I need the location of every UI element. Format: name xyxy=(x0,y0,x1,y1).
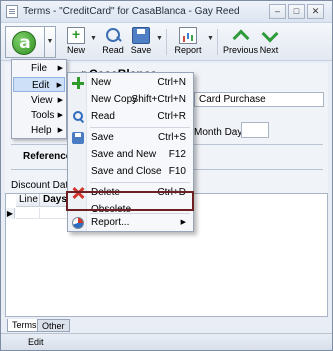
window-title: Terms - "CreditCard" for CasaBlanca - Ga… xyxy=(23,6,240,17)
report-chart-icon xyxy=(179,27,197,44)
previous-button-label: Previous xyxy=(223,45,259,55)
pie-chart-icon xyxy=(72,217,84,229)
menu-separator xyxy=(90,182,190,183)
menu-item-label: Edit xyxy=(32,80,50,91)
new-dropdown[interactable]: ▼ xyxy=(90,35,97,42)
next-button-label: Next xyxy=(259,45,279,55)
menu-item-label: File xyxy=(31,63,48,74)
menu-item-save-and-close[interactable]: Save and Close F10 xyxy=(70,163,191,181)
plus-icon xyxy=(72,77,84,89)
close-button[interactable]: ✕ xyxy=(307,4,324,19)
chevron-right-icon: ▶ xyxy=(180,219,186,226)
menu-item-label: Read xyxy=(91,111,115,122)
menu-item-shortcut: Ctrl+N xyxy=(157,77,186,88)
save-button-label: Save xyxy=(130,45,152,55)
menu-item-shortcut: Ctrl+S xyxy=(157,132,186,143)
chevron-up-icon xyxy=(231,27,249,44)
search-icon xyxy=(72,111,84,123)
chevron-right-icon: ▶ xyxy=(56,82,62,89)
menu-item-edit[interactable]: Edit ▶ xyxy=(13,77,65,92)
menu-item-shortcut: F10 xyxy=(168,166,186,177)
menu-item-view[interactable]: View ▶ xyxy=(13,93,65,108)
app-logo-icon xyxy=(12,31,37,56)
menu-item-report[interactable]: Report... ▶ xyxy=(70,214,191,232)
report-dropdown[interactable]: ▼ xyxy=(207,35,214,42)
disk-icon xyxy=(72,132,84,144)
menu-item-label: Tools xyxy=(31,110,55,121)
report-button-label: Report xyxy=(174,45,202,55)
month-day-field[interactable] xyxy=(241,122,269,138)
menu-separator xyxy=(90,127,190,128)
menu-item-shortcut: F12 xyxy=(168,149,186,160)
tab-other[interactable]: Other xyxy=(37,319,70,332)
app-menu-dropdown[interactable]: ▼ xyxy=(45,26,56,58)
menu-item-shortcut: Shift+Ctrl+N xyxy=(131,94,186,105)
menu-item-label: New Copy xyxy=(91,94,138,105)
menu-item-label: View xyxy=(31,95,53,106)
menu-item-label: Help xyxy=(31,125,52,136)
minimize-button[interactable]: – xyxy=(269,4,286,19)
toolbar: ▼ New ▼ Read Save ▼ Report ▼ Previous xyxy=(1,23,332,61)
new-button-label: New xyxy=(66,45,85,55)
chevron-right-icon: ▶ xyxy=(57,127,63,134)
search-icon xyxy=(104,27,122,44)
menu-item-shortcut: Ctrl+R xyxy=(157,111,186,122)
menu-item-label: Report... xyxy=(91,217,130,228)
report-button[interactable]: Report xyxy=(173,25,203,59)
menu-item-help[interactable]: Help ▶ xyxy=(13,123,65,138)
menu-item-label: Save xyxy=(91,132,114,143)
grid-cell[interactable] xyxy=(16,208,40,219)
menu-item-save[interactable]: Save Ctrl+S xyxy=(70,129,191,147)
menu-item-new[interactable]: New Ctrl+N xyxy=(70,74,191,92)
obsolete-highlight-box xyxy=(66,191,194,211)
maximize-button[interactable]: □ xyxy=(288,4,305,19)
title-bar: Terms - "CreditCard" for CasaBlanca - Ga… xyxy=(1,1,332,23)
menu-item-save-and-new[interactable]: Save and New F12 xyxy=(70,146,191,164)
document-icon xyxy=(6,5,18,18)
new-button[interactable]: New xyxy=(63,25,89,59)
save-button[interactable]: Save xyxy=(128,25,154,59)
chevron-right-icon: ▶ xyxy=(57,112,63,119)
read-button[interactable]: Read xyxy=(100,25,126,59)
save-dropdown[interactable]: ▼ xyxy=(156,35,163,42)
chevron-right-icon: ▶ xyxy=(57,65,63,72)
new-document-icon xyxy=(67,26,85,44)
month-day-label: Month Day: xyxy=(194,127,246,138)
main-menu: File ▶ Edit ▶ View ▶ Tools ▶ Help ▶ xyxy=(11,59,67,139)
disk-icon xyxy=(132,27,150,44)
menu-item-label: Save and Close xyxy=(91,166,162,177)
chevron-right-icon: ▶ xyxy=(57,97,63,104)
toolbar-separator xyxy=(217,29,218,55)
row-selector[interactable]: ▶ xyxy=(6,208,15,219)
menu-item-label: New xyxy=(91,77,112,88)
status-text: Edit xyxy=(28,337,44,347)
menu-item-tools[interactable]: Tools ▶ xyxy=(13,108,65,123)
previous-button[interactable]: Previous xyxy=(223,25,259,59)
next-button[interactable]: Next xyxy=(257,25,281,59)
menu-item-file[interactable]: File ▶ xyxy=(13,61,65,76)
description-field[interactable]: Card Purchase xyxy=(194,92,324,107)
status-bar: Edit xyxy=(1,333,332,350)
read-button-label: Read xyxy=(102,45,124,55)
chevron-down-icon xyxy=(260,27,278,44)
grid-header-line[interactable]: Line xyxy=(16,194,40,207)
toolbar-separator xyxy=(166,29,167,55)
app-menu-button[interactable] xyxy=(5,26,45,58)
terms-window: Terms - "CreditCard" for CasaBlanca - Ga… xyxy=(0,0,333,351)
menu-item-read[interactable]: Read Ctrl+R xyxy=(70,108,191,126)
menu-item-new-copy[interactable]: New Copy Shift+Ctrl+N xyxy=(70,91,191,109)
menu-item-label: Save and New xyxy=(91,149,157,160)
